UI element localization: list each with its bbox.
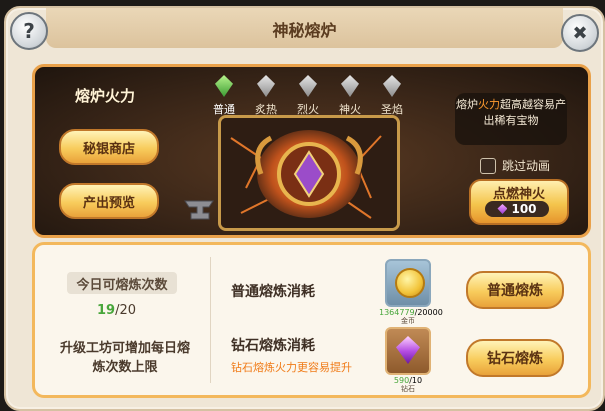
upgrade-tip: 升级工坊可增加每日熔炼次数上限 <box>59 341 190 375</box>
furnace-power-label: 熔炉火力 <box>75 87 136 105</box>
grey-gem-icon <box>299 75 317 97</box>
smelt-panel: 今日可熔炼次数 19/20 升级工坊可增加每日熔炼次数上限 普通熔炼消耗 136… <box>32 242 591 398</box>
anvil-icon <box>184 200 214 220</box>
skip-animation-toggle[interactable]: 跳过动画 <box>480 157 550 174</box>
green-gem-icon <box>215 75 233 97</box>
furnace-emblem-icon <box>221 118 397 228</box>
daily-count-title: 今日可熔炼次数 <box>67 272 177 294</box>
daily-count-current: 19 <box>97 303 116 318</box>
ignite-fire-label: 点燃神火 <box>492 187 545 202</box>
divider <box>210 257 211 383</box>
fire-level-2: 炙热 <box>245 75 287 117</box>
diamond-smelt-button[interactable]: 钻石熔炼 <box>466 339 564 377</box>
forge-window: 神秘熔炉 ? ✖ 熔炉火力 秘银商店 产出预览 普通 炙热 烈火 神火 圣焰 熔… <box>0 0 605 411</box>
normal-cost-label: 普通熔炼消耗 <box>231 284 315 300</box>
daily-count-value: 19/20 <box>97 303 136 318</box>
output-preview-button[interactable]: 产出预览 <box>59 183 159 219</box>
diamond-item: 590/10 钻石 <box>385 327 431 393</box>
normal-smelt-button[interactable]: 普通熔炼 <box>466 271 564 309</box>
diamond-cost-tip: 钻石熔炼火力更容易提升 <box>231 361 352 374</box>
dialog-panel: 神秘熔炉 ? ✖ 熔炉火力 秘银商店 产出预览 普通 炙热 烈火 神火 圣焰 熔… <box>4 6 605 411</box>
mithril-shop-button[interactable]: 秘银商店 <box>59 129 159 165</box>
skip-animation-checkbox[interactable] <box>480 157 496 174</box>
title-bar: 神秘熔炉 <box>46 8 563 48</box>
tip-prefix: 熔炉 <box>456 98 478 111</box>
gold-coin-icon <box>395 268 425 298</box>
dialog-title: 神秘熔炉 <box>272 21 337 40</box>
tip-highlight: 火力 <box>478 98 500 111</box>
help-button[interactable]: ? <box>10 12 48 50</box>
furnace-tip: 熔炉火力超高越容易产出稀有宝物 <box>455 93 567 145</box>
grey-gem-icon <box>383 75 401 97</box>
fire-level-1: 普通 <box>203 75 245 117</box>
daily-count-max: /20 <box>115 303 137 318</box>
output-preview-label: 产出预览 <box>82 195 135 211</box>
ignite-cost-value: 100 <box>511 202 537 216</box>
grey-gem-icon <box>341 75 359 97</box>
furnace-scene: 熔炉火力 秘银商店 产出预览 普通 炙热 烈火 神火 圣焰 熔炉火力超高越容易产… <box>32 64 591 238</box>
fire-level-track: 普通 炙热 烈火 神火 圣焰 <box>203 75 415 119</box>
gold-coin-name: 金币 <box>401 317 415 325</box>
mithril-shop-label: 秘银商店 <box>82 141 135 157</box>
ignite-cost: 100 <box>485 201 549 217</box>
diamond-icon <box>497 204 508 214</box>
diamond-cost-label: 钻石熔炼消耗 <box>231 338 315 354</box>
close-button[interactable]: ✖ <box>561 14 599 52</box>
fire-level-4: 神火 <box>329 75 371 117</box>
fire-level-3: 烈火 <box>287 75 329 117</box>
diamond-icon <box>396 336 420 364</box>
question-icon: ? <box>23 19 35 43</box>
gold-coin-item: 1364779/20000 金币 <box>379 259 443 325</box>
furnace-image <box>218 115 400 231</box>
skip-animation-label: 跳过动画 <box>502 159 551 173</box>
normal-smelt-label: 普通熔炼 <box>487 283 543 299</box>
diamond-name: 钻石 <box>401 385 415 393</box>
diamond-smelt-label: 钻石熔炼 <box>487 351 543 367</box>
grey-gem-icon <box>257 75 275 97</box>
fire-level-5: 圣焰 <box>371 75 413 117</box>
close-icon: ✖ <box>572 22 588 44</box>
ignite-fire-button[interactable]: 点燃神火 100 <box>469 179 569 225</box>
